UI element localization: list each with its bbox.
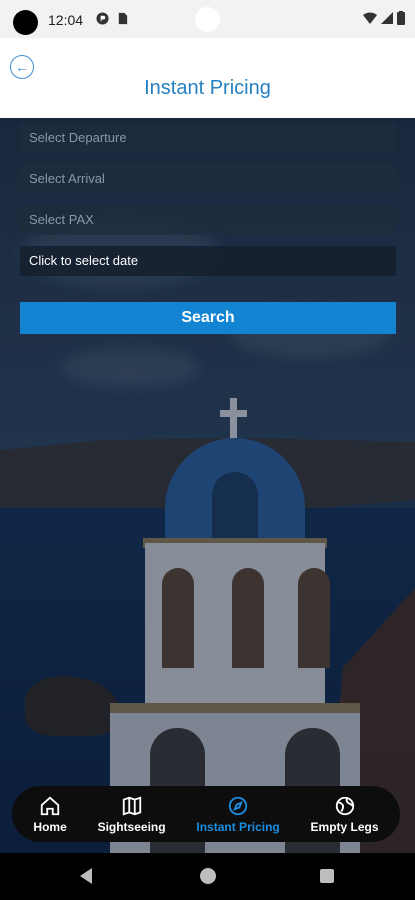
status-time: 12:04 xyxy=(48,12,84,28)
search-button[interactable]: Search xyxy=(20,302,396,334)
nav-home-label: Home xyxy=(33,819,67,834)
back-button[interactable]: ← xyxy=(10,55,34,79)
back-arrow-icon: ← xyxy=(15,59,29,75)
departure-select[interactable]: Select Departure xyxy=(20,123,396,153)
background-photo: Select Departure Select Arrival Select P… xyxy=(0,118,415,853)
system-recents-icon[interactable] xyxy=(320,869,334,883)
nav-empty-legs-label: Empty Legs xyxy=(310,819,379,834)
map-icon xyxy=(122,795,141,816)
signal-icon xyxy=(381,12,393,24)
pocket-app-icon xyxy=(96,12,109,25)
nav-sightseeing-label: Sightseeing xyxy=(97,819,166,834)
system-back-icon[interactable] xyxy=(80,868,92,884)
nav-empty-legs[interactable]: Empty Legs xyxy=(311,795,379,834)
system-home-icon[interactable] xyxy=(200,868,216,884)
nav-instant-pricing[interactable]: Instant Pricing xyxy=(196,795,280,834)
nav-instant-pricing-label: Instant Pricing xyxy=(196,819,280,834)
globe-icon xyxy=(335,796,354,815)
status-bar: 12:04 xyxy=(0,0,415,38)
status-icons xyxy=(363,11,405,25)
battery-icon xyxy=(397,11,405,25)
nav-sightseeing[interactable]: Sightseeing xyxy=(98,795,166,834)
wifi-icon xyxy=(363,12,377,24)
bottom-navigation: Home Sightseeing Instant Pricing Empty L… xyxy=(12,786,400,842)
page-title: Instant Pricing xyxy=(144,77,271,99)
camera-cutout xyxy=(13,10,38,35)
pax-select[interactable]: Select PAX xyxy=(20,205,396,235)
home-icon xyxy=(40,796,60,815)
date-picker[interactable]: Click to select date xyxy=(20,246,396,276)
sim-card-icon xyxy=(118,12,128,25)
status-indicator xyxy=(195,7,220,32)
app-header: ← Instant Pricing xyxy=(0,38,415,118)
system-navigation-bar xyxy=(0,853,415,900)
arrival-select[interactable]: Select Arrival xyxy=(20,164,396,194)
compass-icon xyxy=(228,796,248,815)
nav-home[interactable]: Home xyxy=(33,795,67,834)
